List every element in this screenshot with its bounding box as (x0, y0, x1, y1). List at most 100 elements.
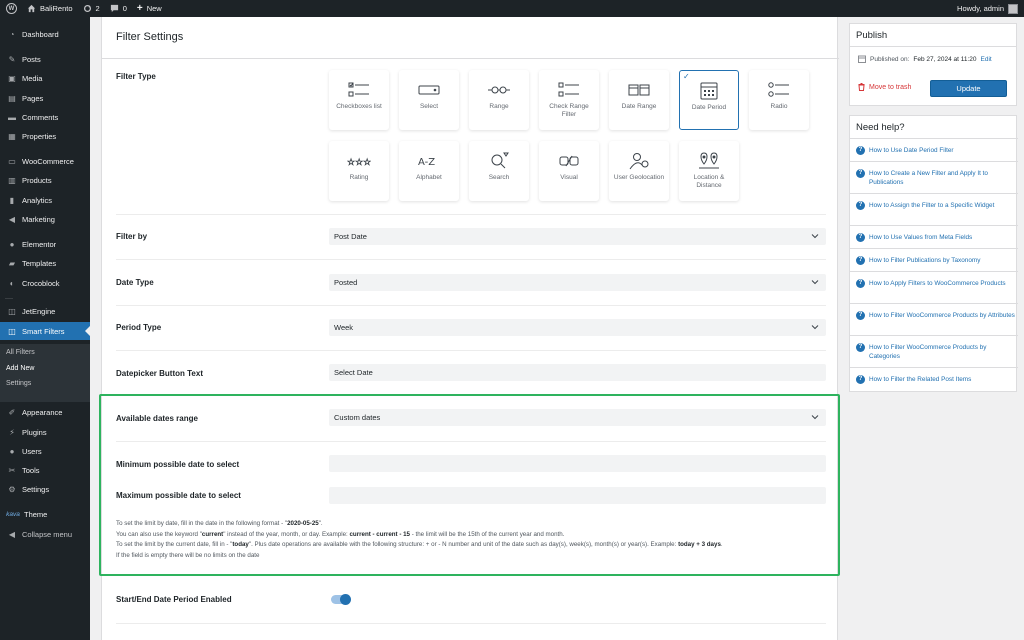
sidebar-item-posts[interactable]: ✎ Posts (0, 50, 90, 68)
date-type-select[interactable]: Posted (329, 274, 826, 291)
start-end-period-toggle[interactable] (331, 594, 351, 605)
filter-settings-panel: Filter Settings Filter Type Checkboxes l… (101, 17, 839, 640)
checkmark-icon: ✓ (683, 72, 690, 81)
help-icon: ? (856, 311, 865, 320)
filter-by-select[interactable]: Post Date (329, 228, 826, 245)
tile-date-range[interactable]: Date Range (609, 70, 669, 130)
admin-bar: W BaliRento 2 0 + New Howdy, admin (0, 0, 1024, 17)
sidebar-item-analytics[interactable]: ▮ Analytics (0, 191, 90, 209)
edit-date-link[interactable]: Edit (981, 56, 992, 63)
divider (116, 441, 826, 442)
tile-user-geolocation[interactable]: User Geolocation (609, 141, 669, 201)
tile-check-range-filter[interactable]: Check Range Filter (539, 70, 599, 130)
chevron-down-icon (811, 325, 819, 330)
updates-icon (83, 4, 91, 13)
help-link-related-posts[interactable]: ? How to Filter the Related Post Items (856, 375, 1016, 384)
tile-location-distance[interactable]: Location & Distance (679, 141, 739, 201)
help-link-woo-products[interactable]: ? How to Apply Filters to WooCommerce Pro… (856, 279, 1016, 288)
help-icon: ? (856, 233, 865, 242)
help-link-woo-attributes[interactable]: ? How to Filter WooCommerce Products by A… (856, 311, 1016, 320)
sidebar-item-pages[interactable]: ▤ Pages (0, 89, 90, 107)
sidebar-item-media[interactable]: ▣ Media (0, 69, 90, 87)
divider (116, 305, 826, 306)
wordpress-logo-button[interactable]: W (6, 3, 17, 14)
need-help-box: Need help? ? How to Use Date Period Filte… (849, 115, 1018, 392)
tile-label: Rating (349, 174, 369, 181)
tile-radio[interactable]: Radio (749, 70, 809, 130)
comments-link[interactable]: 0 (110, 4, 127, 13)
submenu-settings[interactable]: Settings (6, 380, 31, 387)
filter-type-label: Filter Type (116, 72, 156, 81)
page-icon: ▤ (8, 93, 16, 103)
sidebar-item-dashboard[interactable]: ◔ Dashboard (0, 25, 90, 43)
tile-alphabet[interactable]: A-Z Alphabet (399, 141, 459, 201)
publish-box: Publish Published on: Feb 27, 2024 at 11… (849, 23, 1017, 106)
tile-search[interactable]: Search (469, 141, 529, 201)
site-name-link[interactable]: BaliRento (27, 4, 73, 13)
folder-icon: ▰ (8, 258, 16, 268)
help-icon: ? (856, 279, 865, 288)
sidebar-item-products[interactable]: ▥ Products (0, 171, 90, 189)
available-dates-range-select[interactable]: Custom dates (329, 409, 826, 426)
tile-range[interactable]: Range (469, 70, 529, 130)
move-to-trash-link[interactable]: Move to trash (858, 83, 911, 91)
sidebar-item-comments[interactable]: ▬ Comments (0, 108, 90, 126)
help-icon: ? (856, 256, 865, 265)
min-date-input[interactable] (329, 455, 826, 472)
sidebar-item-crocoblock[interactable]: ◐ Crocoblock (0, 274, 90, 292)
collapse-menu-button[interactable]: ◀ Collapse menu (0, 525, 90, 543)
submenu-all-filters[interactable]: All Filters (6, 349, 35, 356)
help-link-date-period[interactable]: ? How to Use Date Period Filter (856, 146, 1016, 155)
sidebar-item-tools[interactable]: ✂ Tools (0, 461, 90, 479)
period-type-select[interactable]: Week (329, 319, 826, 336)
tile-label: Select (419, 103, 439, 110)
comment-icon: ▬ (8, 112, 16, 122)
tile-checkboxes-list[interactable]: Checkboxes list (329, 70, 389, 130)
tile-label: User Geolocation (613, 174, 665, 181)
divider (116, 214, 826, 215)
elementor-icon: ● (9, 239, 15, 249)
sidebar-item-elementor[interactable]: ● Elementor (0, 235, 90, 253)
updates-link[interactable]: 2 (83, 4, 100, 13)
tile-select[interactable]: Select (399, 70, 459, 130)
dashboard-icon: ◔ (9, 29, 15, 39)
help-link-woo-categories[interactable]: ? How to Filter WooCommerce Products by C… (856, 343, 1016, 361)
divider (850, 161, 1018, 162)
update-button[interactable]: Update (930, 80, 1007, 97)
tile-date-period[interactable]: ✓ Date Period (679, 70, 739, 130)
tile-rating[interactable]: ☆☆☆ Rating (329, 141, 389, 201)
divider (116, 623, 826, 624)
max-date-label: Maximum possible date to select (116, 491, 241, 500)
sidebar-item-woocommerce[interactable]: ▭ WooCommerce (0, 152, 90, 170)
need-help-title: Need help? (856, 122, 905, 133)
tile-label: Date Range (621, 103, 657, 110)
sidebar-item-templates[interactable]: ▰ Templates (0, 254, 90, 272)
available-dates-range-label: Available dates range (116, 414, 198, 423)
sidebar-item-properties[interactable]: ▦ Properties (0, 127, 90, 145)
datepicker-button-text-input[interactable]: Select Date (329, 364, 826, 381)
tile-visual[interactable]: Visual (539, 141, 599, 201)
updates-count: 2 (95, 4, 100, 13)
visual-icon (559, 155, 579, 167)
sidebar-item-smart-filters[interactable]: ◫ Smart Filters (0, 322, 90, 340)
submenu-add-new[interactable]: Add New (6, 365, 34, 372)
tile-label: Search (488, 174, 510, 181)
sidebar-item-settings[interactable]: ⚙ Settings (0, 480, 90, 498)
divider (850, 225, 1018, 226)
new-content-link[interactable]: + New (137, 3, 162, 14)
help-link-meta-fields[interactable]: ? How to Use Values from Meta Fields (856, 233, 1016, 242)
sidebar-item-theme[interactable]: kava Theme (0, 505, 90, 523)
sidebar-item-users[interactable]: ● Users (0, 442, 90, 460)
check-range-icon (558, 82, 579, 97)
sidebar-item-plugins[interactable]: ⚡ Plugins (0, 423, 90, 441)
max-date-input[interactable] (329, 487, 826, 504)
help-link-assign-widget[interactable]: ? How to Assign the Filter to a Specific … (856, 201, 1016, 210)
my-account-link[interactable]: Howdy, admin (957, 3, 1018, 14)
sidebar-item-appearance[interactable]: ✐ Appearance (0, 403, 90, 421)
help-link-taxonomy[interactable]: ? How to Filter Publications by Taxonomy (856, 256, 1016, 265)
help-link-create-filter[interactable]: ? How to Create a New Filter and Apply It… (856, 169, 1016, 187)
sidebar-item-jetengine[interactable]: ◫ JetEngine (0, 302, 90, 320)
stars-icon: ☆☆☆ (347, 157, 371, 168)
trash-icon (858, 83, 865, 91)
sidebar-item-marketing[interactable]: ◀ Marketing (0, 210, 90, 228)
